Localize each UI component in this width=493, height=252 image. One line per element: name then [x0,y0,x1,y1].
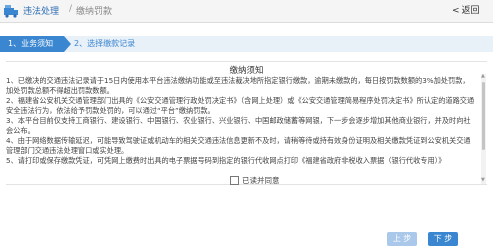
agree-row: 已读并同意 [230,170,280,185]
page: 违法处理 / 缴纳罚款 < 返回 1、业务须知 2、选择缴款记录 缴纳须知 1、已… [0,0,493,252]
breadcrumb-current: 缴纳罚款 [76,7,113,17]
step-1-active: 1、业务须知 [0,36,64,52]
chevron-left-icon: < [452,6,460,16]
notice-panel: 缴纳须知 1、已缴决的交通违法记录请于15日内使用本平台违法缴纳功能或至违法裁决… [6,61,487,185]
scroll-up-icon[interactable]: ▲ [481,74,485,79]
agree-label[interactable]: 已读并同意 [242,176,280,185]
breadcrumb-bar: 违法处理 / 缴纳罚款 < 返回 [0,0,493,23]
step-1-arrow [64,36,71,52]
notice-body: 1、已缴决的交通违法记录请于15日内使用本平台违法缴纳功能或至违法裁决地所指定银… [6,76,476,182]
notice-paragraph: 3、本平台目前仅支持工商银行、建设银行、中国银行、农业银行、兴业银行、中国邮政储… [6,116,471,135]
notice-paragraph: 4、由于网络数据传输延迟，可能导致驾驶证或机动车的相关交通违法信息更新不及时，请… [6,136,471,155]
notice-title: 缴纳须知 [229,66,264,76]
back-button[interactable]: < 返回 [452,3,488,17]
scrollbar-thumb[interactable] [482,82,485,150]
scroll-down-icon[interactable]: ▼ [481,178,485,183]
breadcrumb-separator: / [69,4,73,14]
previous-step-button[interactable]: 上 步 [387,232,417,246]
notice-paragraph: 2、福建省公安机关交通管理部门出具的《公安交通管理行政处罚决定书》（含网上处理）… [6,96,475,115]
breadcrumb-title[interactable]: 违法处理 [23,4,59,17]
notice-paragraph: 1、已缴决的交通违法记录请于15日内使用本平台违法缴纳功能或至违法裁决地所指定银… [6,76,470,95]
step-2: 2、选择缴款记录 [74,39,136,48]
step-indicator: 1、业务须知 2、选择缴款记录 [0,36,493,52]
traffic-violation-icon [4,5,18,18]
next-step-button[interactable]: 下 步 [428,232,458,246]
back-button-label: 返回 [461,6,480,16]
agree-checkbox[interactable] [230,176,239,185]
notice-paragraph: 5、请打印或保存缴款凭证，可凭网上缴费时出具的电子票据号码到指定的银行代收网点打… [6,156,446,165]
